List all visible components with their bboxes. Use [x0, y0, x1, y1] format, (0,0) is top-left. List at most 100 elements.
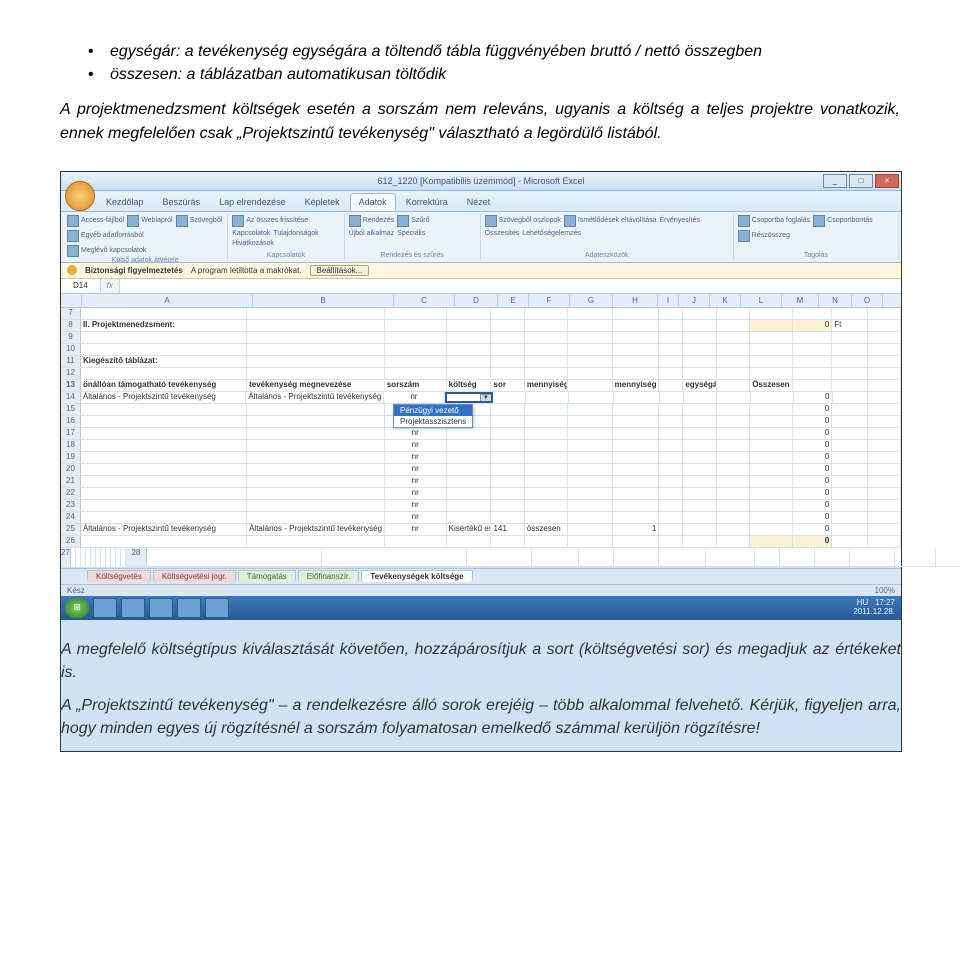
ribbon-item[interactable]: Egyéb adatforrásból [81, 232, 144, 239]
taskbar-app-icon[interactable] [205, 598, 229, 618]
active-cell[interactable]: ▼ [445, 392, 493, 403]
col-header[interactable]: J [679, 294, 710, 307]
col-header[interactable]: O [852, 294, 883, 307]
col-header[interactable]: L [741, 294, 782, 307]
col-header[interactable]: N [819, 294, 852, 307]
cell[interactable]: nr [385, 428, 447, 439]
cell[interactable]: 0 [793, 500, 832, 511]
cell[interactable]: tevékenység megnevezése [247, 380, 385, 391]
col-header[interactable]: M [782, 294, 819, 307]
cell[interactable]: összesen [525, 524, 568, 535]
cell[interactable]: Ft [832, 320, 867, 331]
cell[interactable]: 0 [793, 488, 832, 499]
cell[interactable]: nr [385, 524, 447, 535]
lang-indicator[interactable]: HU [857, 598, 869, 607]
col-header[interactable]: G [570, 294, 613, 307]
tab-insert[interactable]: Beszúrás [154, 193, 210, 211]
cell[interactable]: 0 [793, 320, 832, 331]
tab-data[interactable]: Adatok [350, 193, 396, 211]
tab-formulas[interactable]: Képletek [296, 193, 349, 211]
taskbar-explorer-icon[interactable] [121, 598, 145, 618]
cell[interactable]: 0 [793, 404, 832, 415]
cell[interactable]: Általános - Projektszintű tevékenység [246, 392, 383, 403]
cell[interactable]: 0 [793, 452, 832, 463]
cell[interactable]: nr [385, 452, 447, 463]
ribbon-item[interactable]: Szűrő [411, 217, 429, 224]
cell[interactable]: 0 [793, 512, 832, 523]
cell[interactable]: 0 [793, 440, 832, 451]
cell[interactable]: 0 [793, 476, 832, 487]
close-button[interactable]: × [875, 174, 899, 188]
col-header[interactable]: K [710, 294, 741, 307]
taskbar-excel-icon[interactable] [177, 598, 201, 618]
col-header[interactable]: I [658, 294, 679, 307]
cell[interactable]: 0 [794, 392, 833, 403]
ribbon-item[interactable]: Meglévő kapcsolatok [81, 247, 146, 254]
ribbon-item[interactable]: Tulajdonságok [273, 230, 318, 237]
cell[interactable]: II. Projektmenedzsment: [81, 320, 247, 331]
dropdown-option[interactable]: Pénzügyi vezető [394, 405, 472, 416]
cell[interactable]: nr [384, 392, 446, 403]
ribbon-item[interactable]: Ismétlődések eltávolítása [578, 217, 657, 224]
zoom-level[interactable]: 100% [875, 586, 895, 595]
tab-home[interactable]: Kezdőlap [97, 193, 153, 211]
cell[interactable]: Általános - Projektszintű tevékenység [81, 524, 247, 535]
maximize-button[interactable]: □ [849, 174, 873, 188]
col-header[interactable]: F [529, 294, 570, 307]
cell[interactable]: mennyiség [613, 380, 660, 391]
cell[interactable]: 1 [613, 524, 660, 535]
security-options-button[interactable]: Beállítások... [310, 265, 370, 276]
cell[interactable]: nr [385, 464, 447, 475]
ribbon-item[interactable]: Lehetőségelemzés [522, 230, 581, 237]
ribbon-item[interactable]: Érvényesítés [660, 215, 700, 227]
col-header[interactable]: A [82, 294, 253, 307]
ribbon-item[interactable]: Speciális [397, 230, 425, 237]
cell[interactable]: nr [385, 440, 447, 451]
col-header[interactable]: D [455, 294, 498, 307]
ribbon-item[interactable]: Csoportbontás [827, 217, 873, 224]
cell[interactable]: nr [385, 512, 447, 523]
office-button[interactable] [65, 181, 95, 211]
cell[interactable]: 0 [793, 416, 832, 427]
tab-view[interactable]: Nézet [458, 193, 500, 211]
cell[interactable]: Általános - Projektszintű tevékenység [247, 524, 385, 535]
sheet-tab[interactable]: Költségvetés [87, 570, 151, 582]
cell[interactable]: 0 [793, 536, 832, 547]
formula-input[interactable] [119, 279, 901, 293]
sheet-tab[interactable]: Költségvetési jogr. [153, 570, 236, 582]
ribbon-item[interactable]: Összesítés [485, 230, 520, 237]
cell[interactable]: 141 [491, 524, 524, 535]
ribbon-item[interactable]: Szövegből oszlopok [499, 217, 561, 224]
cell[interactable]: nr [385, 476, 447, 487]
cell[interactable]: sor [491, 380, 524, 391]
start-button[interactable]: ⊞ [65, 598, 89, 618]
ribbon-item[interactable]: Kapcsolatok [232, 230, 270, 237]
sheet-tab[interactable]: Támogatás [238, 570, 296, 582]
col-header[interactable]: B [253, 294, 394, 307]
cell[interactable]: Kiegészítő táblázat: [81, 356, 247, 367]
taskbar-ie-icon[interactable] [93, 598, 117, 618]
cell[interactable]: Kisértékű eszköz [447, 524, 492, 535]
cell[interactable]: sorszám [385, 380, 447, 391]
cell-dropdown[interactable]: Pénzügyi vezető Projektasszisztens [393, 404, 473, 428]
col-header[interactable]: E [498, 294, 529, 307]
tab-layout[interactable]: Lap elrendezése [210, 193, 295, 211]
ribbon-item[interactable]: Részösszeg [752, 232, 790, 239]
ribbon-item[interactable]: Rendezés [363, 217, 395, 224]
cell[interactable]: önállóan támogatható tevékenység [81, 380, 247, 391]
cell[interactable]: 0 [793, 428, 832, 439]
taskbar-word-icon[interactable] [149, 598, 173, 618]
cell[interactable]: nr [385, 500, 447, 511]
cell[interactable]: egységár (Ft) [683, 380, 716, 391]
col-header[interactable]: C [394, 294, 455, 307]
sheet-tab-active[interactable]: Tevékenységek költsége [361, 570, 472, 582]
cell[interactable]: nr [385, 488, 447, 499]
ribbon-item[interactable]: Csoportba foglalás [752, 217, 810, 224]
cell[interactable]: költség [447, 380, 492, 391]
ribbon-item[interactable]: Szövegből [190, 217, 223, 224]
name-box[interactable]: D14 [61, 279, 101, 292]
cell[interactable]: Általános - Projektszintű tevékenység [81, 392, 247, 403]
tab-review[interactable]: Korrektúra [397, 193, 457, 211]
dropdown-option[interactable]: Projektasszisztens [394, 416, 472, 427]
ribbon-item[interactable]: Az összes frissítése [246, 217, 308, 224]
